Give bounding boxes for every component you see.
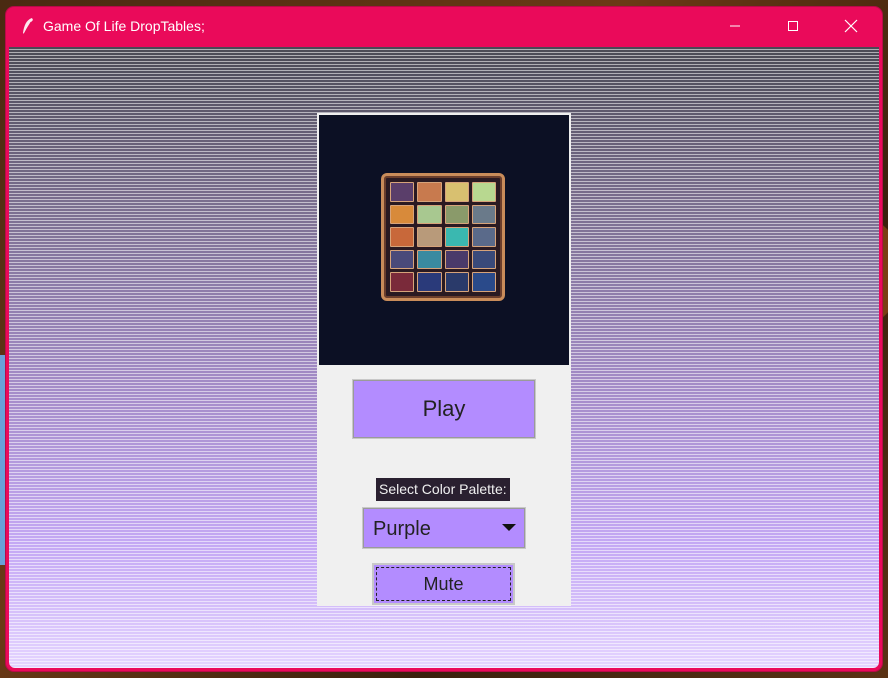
tile-grid-logo-icon bbox=[381, 173, 505, 301]
logo-tile bbox=[471, 227, 496, 247]
logo-tile bbox=[444, 272, 469, 292]
logo-tile bbox=[417, 182, 442, 202]
title-bar[interactable]: Game Of Life DropTables; bbox=[6, 7, 882, 45]
logo-tile bbox=[444, 204, 469, 225]
logo-tile bbox=[390, 249, 415, 270]
logo-tile bbox=[471, 204, 496, 225]
logo-tile bbox=[471, 272, 496, 292]
minimize-button[interactable] bbox=[706, 7, 764, 45]
logo-tile bbox=[417, 204, 442, 225]
chevron-down-icon bbox=[502, 524, 516, 531]
logo-tile bbox=[444, 249, 469, 270]
logo-tile bbox=[390, 204, 415, 225]
logo-tile bbox=[471, 249, 496, 270]
maximize-button[interactable] bbox=[764, 7, 822, 45]
logo-tile bbox=[417, 227, 442, 247]
logo-image bbox=[319, 115, 569, 365]
close-button[interactable] bbox=[822, 7, 880, 45]
play-button[interactable]: Play bbox=[352, 379, 536, 439]
menu-panel: Play Select Color Palette: Purple Mute bbox=[317, 113, 571, 606]
logo-tile bbox=[444, 227, 469, 247]
mute-label: Mute bbox=[423, 573, 464, 594]
mute-button[interactable]: Mute bbox=[372, 563, 515, 605]
palette-selected-value: Purple bbox=[373, 518, 431, 540]
logo-tile bbox=[471, 182, 496, 202]
logo-tile bbox=[417, 272, 442, 292]
palette-label: Select Color Palette: bbox=[376, 478, 510, 501]
logo-tile bbox=[390, 182, 415, 202]
feather-icon bbox=[23, 18, 33, 35]
logo-tile bbox=[390, 272, 415, 292]
minimize-icon bbox=[730, 25, 740, 27]
close-icon bbox=[844, 19, 858, 33]
window-title: Game Of Life DropTables; bbox=[43, 18, 205, 34]
color-palette-select[interactable]: Purple bbox=[362, 507, 526, 549]
maximize-icon bbox=[788, 21, 798, 31]
logo-tile bbox=[390, 227, 415, 247]
logo-tile bbox=[417, 249, 442, 270]
app-window: Game Of Life DropTables; Play Select Col… bbox=[6, 7, 882, 671]
logo-tile-grid bbox=[390, 182, 496, 292]
logo-tile bbox=[444, 182, 469, 202]
game-client-area: Play Select Color Palette: Purple Mute bbox=[9, 47, 879, 668]
